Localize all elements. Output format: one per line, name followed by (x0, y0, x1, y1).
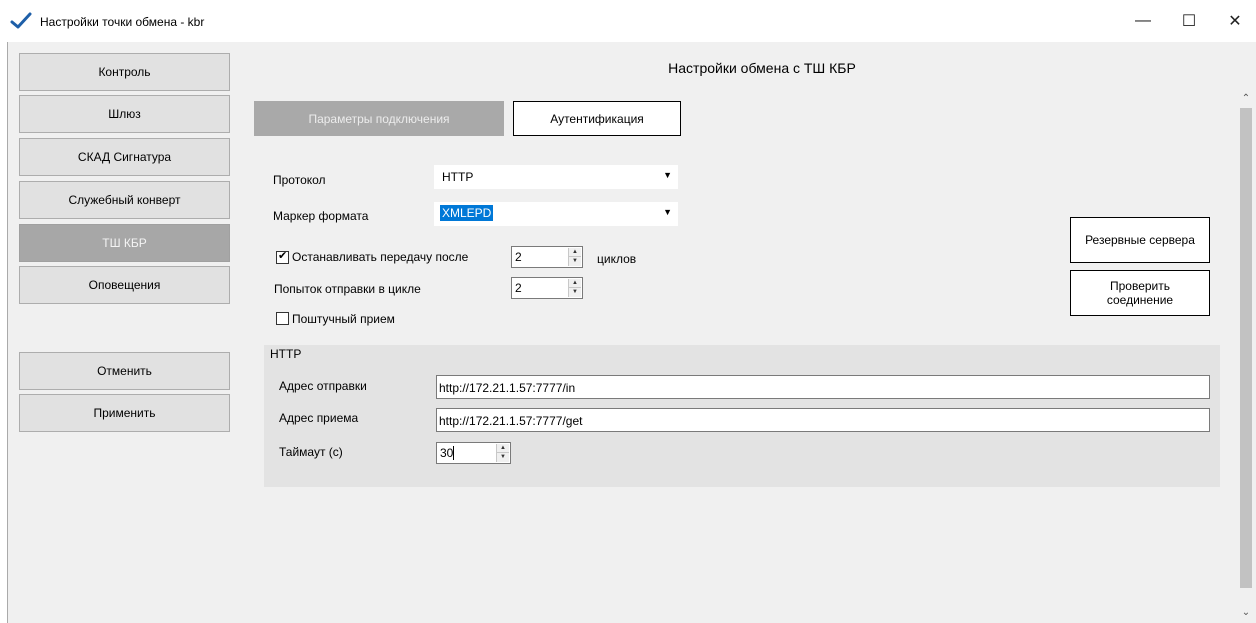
spin-down-icon[interactable]: ▼ (497, 453, 509, 462)
spinner-buttons[interactable]: ▲ ▼ (568, 279, 581, 297)
vertical-scrollbar[interactable]: ⌃ ⌄ (1236, 42, 1256, 623)
protocol-label: Протокол (273, 173, 326, 187)
chevron-up-icon[interactable]: ⌃ (1236, 90, 1256, 107)
check-connection-button[interactable]: Проверить соединение (1070, 270, 1210, 316)
format-marker-select[interactable]: XMLEPD ▼ (434, 202, 678, 226)
tab-authentication[interactable]: Аутентификация (513, 101, 681, 136)
nav-skad-signature-button[interactable]: СКАД Сигнатура (19, 138, 230, 176)
apply-button[interactable]: Применить (19, 394, 230, 432)
protocol-select[interactable]: HTTP ▼ (434, 165, 678, 189)
spinner-buttons[interactable]: ▲ ▼ (496, 444, 509, 462)
scrollbar-thumb[interactable] (1240, 108, 1252, 588)
receive-address-input[interactable]: http://172.21.1.57:7777/get (436, 408, 1210, 432)
checkmark-icon (10, 12, 32, 29)
minimize-button[interactable]: — (1120, 0, 1166, 42)
chevron-down-icon: ▼ (663, 207, 672, 217)
nav-notifications-button[interactable]: Оповещения (19, 266, 230, 304)
spinner-buttons[interactable]: ▲ ▼ (568, 248, 581, 266)
backup-servers-button[interactable]: Резервные сервера (1070, 217, 1210, 263)
attempts-value: 2 (515, 281, 522, 295)
text-caret (453, 446, 455, 460)
piecewise-checkbox[interactable] (276, 312, 289, 325)
close-button[interactable]: ✕ (1212, 0, 1256, 42)
send-address-input[interactable]: http://172.21.1.57:7777/in (436, 375, 1210, 399)
chevron-down-icon: ▼ (663, 170, 672, 180)
spin-down-icon[interactable]: ▼ (569, 257, 581, 266)
maximize-button[interactable]: ☐ (1166, 0, 1212, 42)
spin-up-icon[interactable]: ▲ (569, 279, 581, 288)
window-title: Настройки точки обмена - kbr (40, 15, 205, 29)
page-title: Настройки обмена с ТШ КБР (668, 60, 856, 76)
chevron-down-icon[interactable]: ⌄ (1236, 604, 1256, 621)
receive-address-value: http://172.21.1.57:7777/get (439, 414, 583, 428)
http-group: HTTP Адрес отправки http://172.21.1.57:7… (264, 345, 1220, 487)
spin-up-icon[interactable]: ▲ (569, 248, 581, 257)
title-bar: Настройки точки обмена - kbr — ☐ ✕ (0, 0, 1256, 42)
stop-transfer-spinner[interactable]: 2 ▲ ▼ (511, 246, 583, 268)
spin-up-icon[interactable]: ▲ (497, 444, 509, 453)
cycles-suffix-label: циклов (597, 252, 637, 266)
attempts-spinner[interactable]: 2 ▲ ▼ (511, 277, 583, 299)
format-marker-value: XMLEPD (440, 205, 494, 221)
stop-transfer-checkbox[interactable]: ✔ (276, 250, 289, 264)
cancel-button[interactable]: Отменить (19, 352, 230, 390)
tab-connection-parameters[interactable]: Параметры подключения (254, 101, 504, 136)
spin-down-icon[interactable]: ▼ (569, 288, 581, 297)
timeout-label: Таймаут (с) (279, 445, 343, 459)
checkmark-icon: ✔ (278, 250, 288, 262)
nav-tsh-kbr-button[interactable]: ТШ КБР (19, 224, 230, 262)
piecewise-label: Поштучный прием (292, 312, 395, 326)
stop-transfer-value: 2 (515, 250, 522, 264)
timeout-value: 30 (440, 446, 454, 460)
window-left-border (0, 42, 8, 623)
send-address-label: Адрес отправки (279, 379, 367, 393)
http-group-title: HTTP (270, 347, 302, 361)
nav-service-envelope-button[interactable]: Служебный конверт (19, 181, 230, 219)
timeout-spinner[interactable]: 30 ▲ ▼ (436, 442, 511, 464)
format-marker-label: Маркер формата (273, 209, 369, 223)
protocol-value: HTTP (442, 170, 474, 184)
nav-gateway-button[interactable]: Шлюз (19, 95, 230, 133)
attempts-label: Попыток отправки в цикле (274, 282, 421, 296)
client-area: Контроль Шлюз СКАД Сигнатура Служебный к… (8, 42, 1256, 623)
send-address-value: http://172.21.1.57:7777/in (439, 381, 576, 395)
timeout-value-wrap: 30 (440, 446, 455, 460)
stop-transfer-label: Останавливать передачу после (292, 250, 469, 264)
receive-address-label: Адрес приема (279, 411, 359, 425)
